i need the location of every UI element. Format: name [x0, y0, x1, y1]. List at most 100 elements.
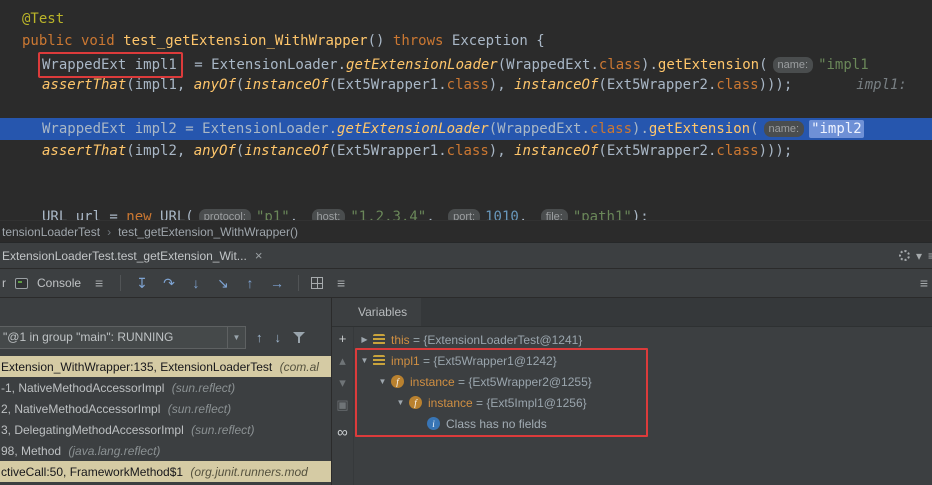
tool-window-controls: ▾ ≡	[898, 249, 932, 263]
debugger-tab-clipped[interactable]: r	[2, 276, 6, 290]
stack-frame-row[interactable]: 3, DelegatingMethodAccessorImpl (sun.ref…	[0, 419, 331, 440]
tree-expand-arrow-icon[interactable]: ▶	[358, 335, 371, 344]
frame-location: Extension_WithWrapper:135, ExtensionLoad…	[1, 359, 276, 374]
chevron-down-icon[interactable]: ▾	[916, 249, 922, 263]
frame-location: 3, DelegatingMethodAccessorImpl	[1, 422, 188, 437]
code-token: 1010	[485, 209, 519, 220]
tree-collapse-arrow-icon[interactable]: ▼	[394, 398, 407, 407]
copy-value-icon[interactable]: ▣	[336, 397, 348, 413]
code-token: getExtensionLoader	[337, 121, 489, 137]
tab-console[interactable]: Console	[37, 276, 81, 290]
frame-package: (sun.reflect)	[167, 401, 232, 416]
tree-collapse-arrow-icon[interactable]: ▼	[358, 356, 371, 365]
code-token: ).	[641, 57, 658, 73]
toolbar-more-icon[interactable]: ≡	[920, 275, 928, 291]
code-token: ),	[488, 143, 515, 159]
variable-row[interactable]: ▶ this = {ExtensionLoaderTest@1241}	[354, 329, 932, 350]
breadcrumb: tensionLoaderTest › test_getExtension_With…	[0, 220, 932, 242]
code-editor[interactable]: @Test public void test_getExtension_WithW…	[0, 0, 932, 220]
breadcrumb-separator: ›	[107, 224, 112, 239]
parameter-hint: name:	[763, 121, 805, 137]
force-step-into-icon[interactable]: ↘	[214, 274, 232, 292]
debug-session-tab[interactable]: ExtensionLoaderTest.test_getExtension_Wi…	[0, 243, 270, 268]
code-token: = ExtensionLoader.	[185, 57, 347, 73]
code-token: class	[598, 57, 642, 73]
frames-list: Extension_WithWrapper:135, ExtensionLoad…	[0, 356, 331, 485]
chevron-down-icon[interactable]: ▼	[227, 326, 245, 348]
parameter-hint: port:	[448, 209, 481, 220]
code-token: (Ext5Wrapper1.	[328, 77, 447, 93]
field-icon: f	[391, 375, 404, 388]
stack-frame-row[interactable]: ctiveCall:50, FrameworkMethod$1 (org.jun…	[0, 461, 331, 482]
toolbar-separator	[120, 275, 122, 291]
next-frame-icon[interactable]: ↓	[275, 330, 282, 345]
breadcrumb-item[interactable]: test_getExtension_WithWrapper()	[118, 225, 298, 239]
code-token: class	[716, 143, 759, 159]
variable-value: = {ExtensionLoaderTest@1241}	[409, 332, 583, 347]
tab-variables[interactable]: Variables	[332, 298, 422, 326]
variable-name: instance	[410, 374, 455, 389]
code-token: anyOf	[193, 77, 236, 93]
debug-toolbar-icons: ≡ ↧ ↷ ↓ ↘ ↑ → ≡	[90, 274, 350, 292]
code-token: impl1:	[856, 77, 907, 93]
stack-frame-row[interactable]: 2, NativeMethodAccessorImpl (sun.reflect…	[0, 398, 331, 419]
stack-frame-row[interactable]: -1, NativeMethodAccessorImpl (sun.reflec…	[0, 377, 331, 398]
code-token: instanceOf	[514, 143, 599, 159]
console-icon	[15, 277, 28, 289]
filter-frames-icon[interactable]	[293, 331, 306, 344]
variable-row[interactable]: ▼ f instance = {Ext5Wrapper2@1255}	[354, 371, 932, 392]
run-to-cursor-icon[interactable]: →	[268, 274, 286, 292]
frame-controls: ↑ ↓	[256, 330, 306, 345]
code-line: WrappedExt impl1 = ExtensionLoader.getEx…	[0, 52, 932, 78]
thread-selector-dropdown[interactable]: "@1 in group "main": RUNNING ▼	[0, 325, 246, 349]
variable-row[interactable]: ▼ f instance = {Ext5Impl1@1256}	[354, 392, 932, 413]
variable-name: impl1	[391, 353, 420, 368]
frame-location: -1, NativeMethodAccessorImpl	[1, 380, 168, 395]
threads-view-icon[interactable]: ≡	[332, 274, 350, 292]
step-over-icon[interactable]: ↷	[160, 274, 178, 292]
evaluate-expression-icon[interactable]: ∞	[337, 425, 348, 441]
code-token: class	[589, 121, 633, 137]
variable-row[interactable]: i Class has no fields	[354, 413, 932, 434]
variables-header: Variables	[332, 298, 932, 327]
previous-frame-icon[interactable]: ↑	[256, 330, 263, 345]
code-token: ,	[289, 209, 307, 220]
code-token: class	[446, 77, 489, 93]
close-icon[interactable]: ×	[255, 248, 263, 263]
code-token: (impl2,	[126, 143, 194, 159]
variables-panel: Variables + ▴ ▾ ▣ ∞ ▶ this = {ExtensionLoader…	[332, 298, 932, 485]
code-token: @Test	[22, 11, 65, 27]
stack-frame-row[interactable]: 98, Method (java.lang.reflect)	[0, 440, 331, 461]
code-token: WrappedExt impl1	[42, 57, 177, 73]
layout-settings-icon[interactable]: ≡	[90, 274, 108, 292]
toolbar-separator	[298, 275, 300, 291]
variables-body: + ▴ ▾ ▣ ∞ ▶ this = {ExtensionLoaderTest@1241}…	[332, 327, 932, 485]
panel-options-icon[interactable]: ≡	[928, 249, 932, 263]
parameter-hint: protocol:	[198, 209, 251, 220]
settings-gear-icon[interactable]	[898, 250, 910, 261]
stack-frame-row[interactable]: Extension_WithWrapper:135, ExtensionLoad…	[0, 356, 331, 377]
frame-location: 98, Method	[1, 443, 65, 458]
code-token: "1.2.3.4"	[350, 209, 427, 220]
code-token: URL(	[160, 209, 194, 220]
code-token: (WrappedExt.	[488, 121, 590, 137]
view-as-grid-icon[interactable]	[311, 277, 324, 289]
tree-collapse-arrow-icon[interactable]: ▼	[376, 377, 389, 386]
add-watch-icon[interactable]: +	[339, 331, 347, 347]
step-into-icon[interactable]: ↓	[187, 274, 205, 292]
code-token: "impl2	[809, 120, 864, 138]
code-line: public void test_getExtension_WithWrappe…	[0, 30, 932, 52]
debug-tool-window-bar: ExtensionLoaderTest.test_getExtension_Wi…	[0, 242, 932, 268]
variable-row[interactable]: ▼ impl1 = {Ext5Wrapper1@1242}	[354, 350, 932, 371]
breadcrumb-item[interactable]: tensionLoaderTest	[2, 225, 100, 239]
show-execution-point-icon[interactable]: ↧	[133, 274, 151, 292]
field-icon: f	[409, 396, 422, 409]
frame-package: (org.junit.runners.mod	[190, 464, 308, 479]
frame-package: (sun.reflect)	[171, 380, 236, 395]
collapse-all-icon[interactable]: ▴	[339, 353, 346, 369]
debugger-content: "@1 in group "main": RUNNING ▼ ↑ ↓ Extens…	[0, 298, 932, 485]
step-out-icon[interactable]: ↑	[241, 274, 259, 292]
code-line: @Test	[0, 8, 932, 30]
expand-all-icon[interactable]: ▾	[339, 375, 346, 391]
